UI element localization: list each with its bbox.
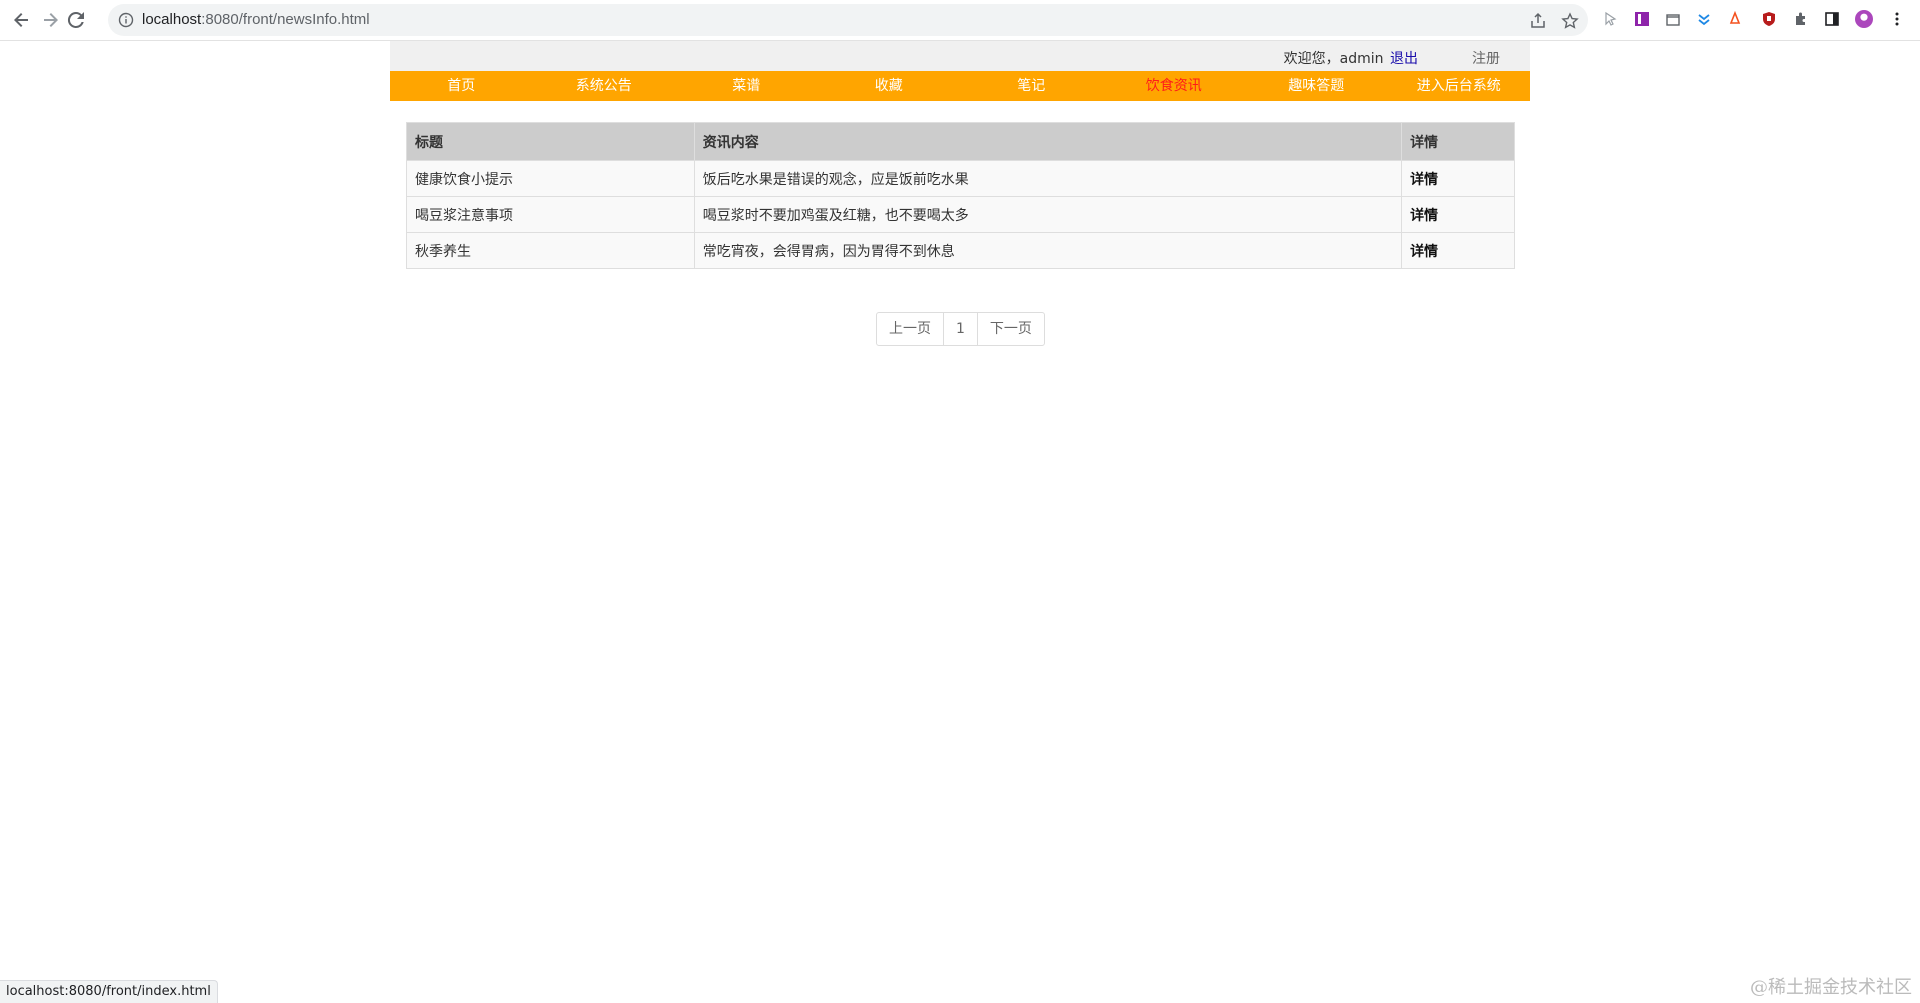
profile-avatar-icon[interactable]	[1855, 10, 1873, 28]
nav-home[interactable]: 首页	[390, 71, 533, 101]
browser-toolbar: localhost:8080/front/newsInfo.html	[0, 0, 1920, 41]
page-number-button[interactable]: 1	[943, 313, 977, 345]
news-table: 标题 资讯内容 详情 健康饮食小提示 饭后吃水果是错误的观念，应是饭前吃水果 详…	[406, 122, 1515, 269]
nav-quiz[interactable]: 趣味答题	[1245, 71, 1388, 101]
store-extension-icon[interactable]	[1664, 10, 1682, 28]
download-extension-icon[interactable]	[1695, 10, 1713, 28]
page-content: 欢迎您，admin 退出 注册 首页 系统公告 菜谱 收藏 笔记 饮食资讯 趣味…	[0, 41, 1920, 1003]
nav-diet-news[interactable]: 饮食资讯	[1103, 71, 1246, 101]
share-icon[interactable]	[1529, 12, 1547, 30]
detail-link[interactable]: 详情	[1401, 196, 1515, 233]
nav-recipes[interactable]: 菜谱	[675, 71, 818, 101]
prev-page-button[interactable]: 上一页	[877, 313, 943, 345]
news-content: 常吃宵夜，会得胃病，因为胃得不到休息	[693, 232, 1403, 269]
flame-extension-icon[interactable]	[1726, 10, 1744, 28]
column-header-title: 标题	[406, 122, 695, 161]
bookmark-star-icon[interactable]	[1561, 12, 1579, 30]
nav-admin[interactable]: 进入后台系统	[1388, 71, 1531, 101]
news-title: 喝豆浆注意事项	[406, 196, 695, 233]
main-nav: 首页 系统公告 菜谱 收藏 笔记 饮食资讯 趣味答题 进入后台系统	[390, 71, 1530, 101]
kebab-menu-icon[interactable]	[1888, 10, 1906, 28]
nav-announcements[interactable]: 系统公告	[533, 71, 676, 101]
table-row: 健康饮食小提示 饭后吃水果是错误的观念，应是饭前吃水果 详情	[406, 160, 1515, 197]
table-header-row: 标题 资讯内容 详情	[406, 122, 1515, 161]
back-arrow-icon[interactable]	[10, 8, 34, 32]
address-bar[interactable]: localhost:8080/front/newsInfo.html	[108, 4, 1588, 36]
news-content: 喝豆浆时不要加鸡蛋及红糖，也不要喝太多	[693, 196, 1403, 233]
cursor-extension-icon[interactable]	[1602, 10, 1620, 28]
table-row: 喝豆浆注意事项 喝豆浆时不要加鸡蛋及红糖，也不要喝太多 详情	[406, 196, 1515, 233]
shield-extension-icon[interactable]	[1760, 10, 1778, 28]
url-text: localhost:8080/front/newsInfo.html	[142, 11, 370, 28]
pagination: 上一页 1 下一页	[876, 312, 1045, 346]
detail-link[interactable]: 详情	[1401, 160, 1515, 197]
welcome-text: 欢迎您，admin 退出	[1283, 51, 1418, 67]
column-header-detail: 详情	[1401, 122, 1515, 161]
side-panel-icon[interactable]	[1823, 10, 1841, 28]
status-bar-url: localhost:8080/front/index.html	[0, 980, 218, 1003]
column-header-content: 资讯内容	[693, 122, 1403, 161]
news-title: 秋季养生	[406, 232, 695, 269]
register-link[interactable]: 注册	[1472, 48, 1500, 68]
detail-link[interactable]: 详情	[1401, 232, 1515, 269]
username: admin	[1339, 51, 1384, 67]
rp-extension-icon[interactable]	[1633, 10, 1651, 28]
site-info-icon[interactable]	[118, 12, 134, 28]
user-strip: 欢迎您，admin 退出 注册	[390, 41, 1530, 71]
logout-link[interactable]: 退出	[1390, 51, 1418, 67]
news-content: 饭后吃水果是错误的观念，应是饭前吃水果	[693, 160, 1403, 197]
forward-arrow-icon[interactable]	[38, 8, 62, 32]
reload-icon[interactable]	[64, 8, 88, 32]
table-row: 秋季养生 常吃宵夜，会得胃病，因为胃得不到休息 详情	[406, 232, 1515, 269]
nav-favorites[interactable]: 收藏	[818, 71, 961, 101]
next-page-button[interactable]: 下一页	[976, 313, 1044, 345]
nav-notes[interactable]: 笔记	[960, 71, 1103, 101]
watermark: @稀土掘金技术社区	[1750, 977, 1912, 998]
news-title: 健康饮食小提示	[406, 160, 695, 197]
extensions-puzzle-icon[interactable]	[1792, 10, 1810, 28]
